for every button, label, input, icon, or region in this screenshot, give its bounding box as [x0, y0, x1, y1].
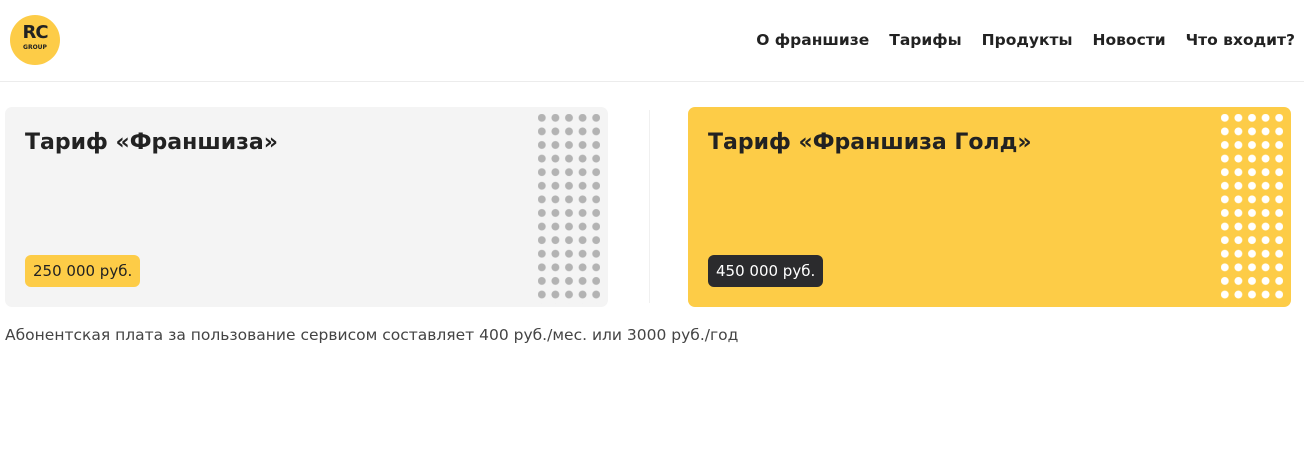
nav-link-tariffs[interactable]: Тарифы: [889, 30, 961, 50]
nav-link-about-franchise[interactable]: О франшизе: [756, 30, 869, 50]
tariff-price-badge: 450 000 руб.: [708, 255, 824, 287]
dot-pattern-decoration: [1221, 114, 1283, 304]
site-header: RC GROUP О франшизе Тарифы Продукты Ново…: [0, 0, 1304, 82]
tariff-title: Тариф «Франшиза»: [25, 130, 278, 155]
card-divider: [649, 110, 650, 303]
main-nav: О франшизе Тарифы Продукты Новости Что в…: [756, 30, 1295, 50]
nav-link-news[interactable]: Новости: [1093, 30, 1166, 50]
nav-link-products[interactable]: Продукты: [982, 30, 1073, 50]
tariff-title: Тариф «Франшиза Голд»: [708, 130, 1032, 155]
dot-pattern-decoration: [538, 114, 600, 304]
tariff-price-badge: 250 000 руб.: [25, 255, 141, 287]
rc-group-logo[interactable]: RC GROUP: [10, 15, 60, 65]
logo-sub-text: GROUP: [23, 44, 47, 51]
subscription-fee-note: Абонентская плата за пользование сервисо…: [5, 326, 739, 344]
tariff-card-franchise-gold[interactable]: Тариф «Франшиза Голд» 450 000 руб.: [688, 107, 1291, 307]
nav-link-whats-included[interactable]: Что входит?: [1186, 30, 1295, 50]
tariff-card-franchise[interactable]: Тариф «Франшиза» 250 000 руб.: [5, 107, 608, 307]
logo-main-text: RC: [22, 22, 48, 43]
